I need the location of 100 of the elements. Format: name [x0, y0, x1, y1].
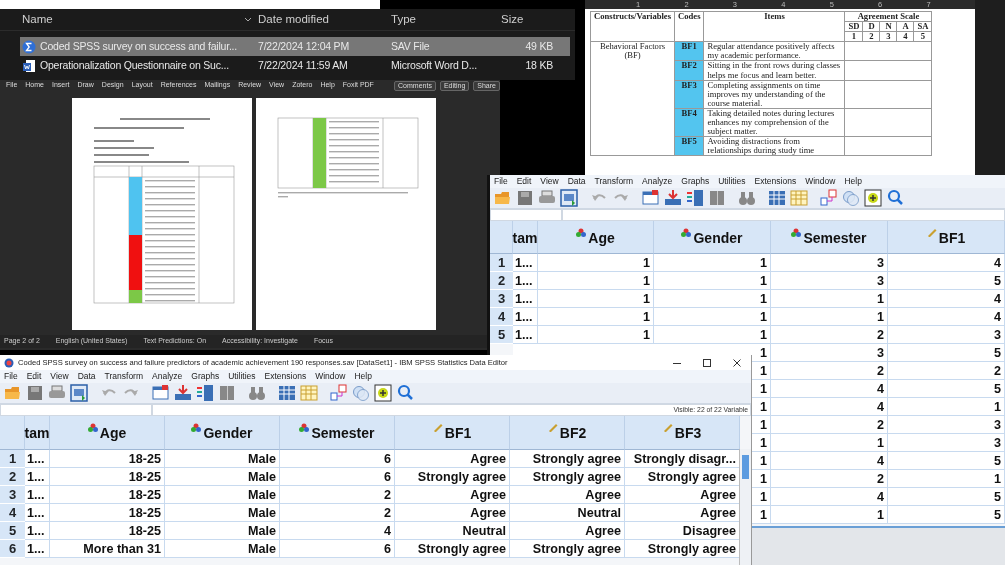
column-header[interactable]: Semester — [771, 221, 888, 254]
cell-reference-field[interactable] — [0, 404, 152, 416]
menu-item[interactable]: File — [494, 175, 508, 188]
window-icon[interactable] — [70, 384, 88, 402]
menu-item[interactable]: Window — [805, 175, 836, 188]
corner-cell[interactable] — [490, 221, 513, 254]
add-icon[interactable] — [374, 384, 392, 402]
column-header[interactable]: Gender — [654, 221, 771, 254]
menu-item[interactable]: Analyze — [152, 370, 183, 383]
row-number[interactable]: 2 — [0, 468, 25, 486]
close-icon[interactable] — [733, 358, 741, 367]
menu-item[interactable]: Graphs — [681, 175, 710, 188]
menu-item[interactable]: Transform — [104, 370, 144, 383]
cell-value-field[interactable] — [562, 209, 1005, 221]
grid-icon[interactable] — [300, 384, 318, 402]
row-number[interactable]: 1 — [490, 254, 513, 272]
column-header[interactable]: Size — [501, 10, 553, 29]
row-number[interactable]: 1 — [0, 450, 25, 468]
row-number[interactable]: 2 — [490, 272, 513, 290]
split-icon[interactable] — [218, 384, 236, 402]
menu-item[interactable]: Help — [844, 175, 862, 188]
table-cell: 2 — [771, 326, 888, 344]
row-number[interactable]: 6 — [0, 540, 25, 558]
menu-item[interactable]: Analyze — [642, 175, 673, 188]
table-cell: 1 — [888, 470, 1005, 488]
save-icon[interactable] — [516, 189, 534, 207]
columns-icon[interactable] — [196, 384, 214, 402]
row-number[interactable]: 5 — [0, 522, 25, 540]
split-icon[interactable] — [708, 189, 726, 207]
column-header[interactable]: Age — [538, 221, 654, 254]
column-header[interactable]: tam — [513, 221, 538, 254]
column-header[interactable]: Type — [391, 10, 501, 29]
binoculars-icon[interactable] — [248, 384, 266, 402]
column-header[interactable]: BF2 — [510, 416, 625, 450]
menu-item[interactable]: Help — [354, 370, 372, 383]
row-number[interactable]: 3 — [0, 486, 25, 504]
menu-item[interactable]: Utilities — [228, 370, 256, 383]
column-header[interactable]: tam — [25, 416, 50, 450]
column-header[interactable]: Date modified — [258, 10, 391, 29]
file-row[interactable]: Coded SPSS survey on success and failur... 7/22/2024 12:04 PM SAV File 49 KB — [20, 37, 570, 56]
column-header[interactable]: Name — [20, 10, 258, 29]
scrollbar[interactable] — [739, 449, 751, 565]
column-header[interactable]: BF3 — [625, 416, 740, 450]
folder-icon[interactable] — [4, 384, 22, 402]
row-number[interactable]: 4 — [490, 308, 513, 326]
add-icon[interactable] — [864, 189, 882, 207]
column-header[interactable]: Age — [50, 416, 165, 450]
table-cell: Sitting in the front rows during classes helps me focus and learn better. — [704, 60, 845, 81]
column-header[interactable]: Semester — [280, 416, 395, 450]
table-cell: 18-25 — [50, 504, 165, 522]
search-icon[interactable] — [886, 189, 904, 207]
table-cell: 4 — [888, 308, 1005, 326]
table-icon[interactable] — [642, 189, 660, 207]
menu-item[interactable]: Graphs — [191, 370, 220, 383]
menu-item[interactable]: File — [4, 370, 18, 383]
menu-item[interactable]: View — [540, 175, 559, 188]
search-icon[interactable] — [396, 384, 414, 402]
menu-item[interactable]: Data — [567, 175, 586, 188]
menu-item[interactable]: View — [50, 370, 69, 383]
maximize-icon[interactable] — [703, 358, 711, 367]
table-cell: 3 — [888, 434, 1005, 452]
grid-icon[interactable] — [790, 189, 808, 207]
chevron-icon[interactable] — [244, 17, 252, 22]
menu-item[interactable]: Extensions — [264, 370, 307, 383]
table-cell: 1... — [513, 254, 538, 272]
balls-icon — [299, 423, 310, 432]
column-header[interactable]: BF1 — [395, 416, 510, 450]
scrollbar[interactable] — [752, 526, 1005, 565]
menu-item[interactable]: Transform — [594, 175, 634, 188]
row-number[interactable]: 4 — [0, 504, 25, 522]
row-number[interactable]: 5 — [490, 326, 513, 344]
value-labels-icon[interactable] — [330, 384, 348, 402]
columns-icon[interactable] — [686, 189, 704, 207]
insert-row-icon[interactable] — [664, 189, 682, 207]
column-header[interactable]: Gender — [165, 416, 280, 450]
file-row[interactable]: Operationalization Questionnaire on Suc... 7/22/2024 11:59 AM Microsoft Word D... 18 KB — [20, 56, 570, 75]
menu-item[interactable]: Edit — [516, 175, 532, 188]
menu-item[interactable]: Window — [315, 370, 346, 383]
file-type: Microsoft Word D... — [391, 57, 478, 73]
column-header[interactable]: BF1 — [888, 221, 1005, 254]
table-cell: 6 — [280, 468, 395, 486]
sigma-icon — [22, 39, 36, 54]
table-cell: 2 — [888, 362, 1005, 380]
value-labels-icon[interactable] — [820, 189, 838, 207]
window-icon[interactable] — [560, 189, 578, 207]
table-icon[interactable] — [152, 384, 170, 402]
table-cell: 1 — [771, 506, 888, 524]
insert-row-icon[interactable] — [174, 384, 192, 402]
corner-cell[interactable] — [0, 416, 25, 450]
menu-item[interactable]: Data — [77, 370, 96, 383]
menu-item[interactable]: Extensions — [754, 175, 797, 188]
cell-reference-field[interactable] — [490, 209, 562, 221]
folder-icon[interactable] — [494, 189, 512, 207]
table-cell: 3 — [888, 416, 1005, 434]
menu-item[interactable]: Edit — [26, 370, 42, 383]
row-number[interactable]: 3 — [490, 290, 513, 308]
save-icon[interactable] — [26, 384, 44, 402]
table-cell: 1 — [771, 434, 888, 452]
binoculars-icon[interactable] — [738, 189, 756, 207]
menu-item[interactable]: Utilities — [718, 175, 746, 188]
